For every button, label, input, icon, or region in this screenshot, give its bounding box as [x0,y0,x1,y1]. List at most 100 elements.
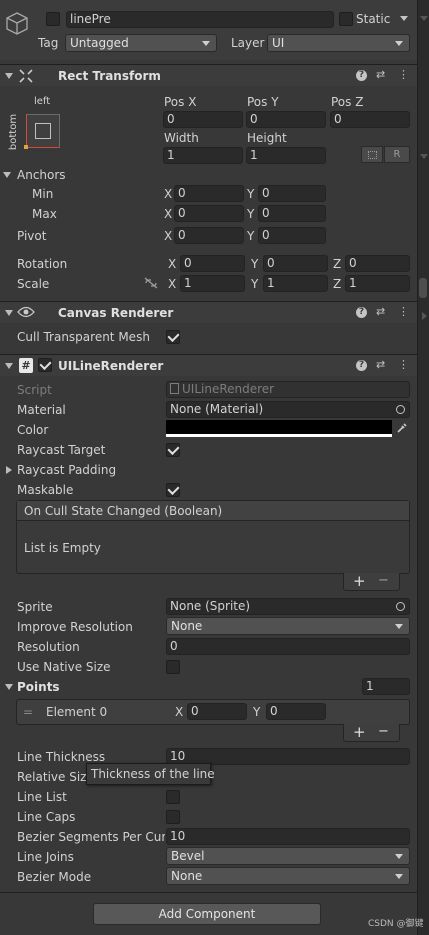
scale-z-axis: Z [333,277,342,291]
min-x-input[interactable]: 0 [174,185,244,202]
rect-transform-title: Rect Transform [58,69,161,83]
resolution-input[interactable]: 0 [166,638,410,655]
preset-sliders-icon[interactable]: ⇄ [376,306,385,318]
constrain-proportions-icon[interactable] [144,277,158,289]
maskable-checkbox[interactable] [166,483,180,497]
max-x-input[interactable]: 0 [174,205,244,222]
add-component-button[interactable]: Add Component [93,903,321,925]
scale-x-input[interactable]: 1 [180,275,245,292]
help-icon[interactable]: ? [356,70,367,81]
line-joins-dropdown[interactable]: Bevel [166,847,410,865]
anchor-v-label: bottom [8,113,20,151]
raycast-target-checkbox[interactable] [166,443,180,457]
static-checkbox[interactable] [339,12,353,26]
script-file-icon [170,383,179,394]
color-swatch[interactable] [166,420,392,437]
tag-dropdown[interactable]: Untagged [65,34,217,52]
event-add-button[interactable]: + [353,573,366,589]
resolution-label: Resolution [17,640,80,654]
context-menu-icon[interactable]: ⋮ [398,306,409,318]
help-icon[interactable]: ? [356,360,367,371]
pos-x-label: Pos X [164,95,197,109]
points-label[interactable]: Points [17,679,60,695]
element-x-input[interactable]: 0 [187,703,247,720]
raycast-padding-fold-icon[interactable] [6,466,12,474]
script-label: Script [17,383,52,397]
min-label: Min [32,187,54,201]
pivot-y-input[interactable]: 0 [258,227,326,244]
sprite-field[interactable]: None (Sprite) [166,598,410,615]
pos-x-input[interactable]: 0 [163,111,243,128]
pivot-label: Pivot [17,229,47,243]
active-checkbox[interactable] [46,12,60,26]
eyedropper-icon[interactable] [396,422,408,434]
pivot-x-axis: X [164,229,173,243]
object-picker-icon[interactable] [396,405,405,414]
side-fold-icon[interactable] [420,16,428,21]
improve-resolution-dropdown[interactable]: None [166,617,410,635]
static-label: Static [356,12,391,26]
component-enabled-checkbox[interactable] [38,358,52,372]
fold-arrow-icon[interactable] [5,363,13,369]
rect-transform-header[interactable]: Rect Transform ? ⇄ ⋮ [0,64,417,86]
anchor-presets-button[interactable] [24,114,60,149]
height-input[interactable]: 1 [246,147,326,164]
blueprint-icon [368,151,377,159]
side-fold-icon[interactable] [420,154,428,159]
scrollbar-thumb[interactable] [419,278,427,298]
event-remove-button[interactable]: − [378,573,389,589]
scrollbar-track[interactable] [417,0,429,935]
pos-y-input[interactable]: 0 [246,111,326,128]
element-y-input[interactable]: 0 [266,703,326,720]
rot-z-input[interactable]: 0 [345,255,410,272]
cull-transparent-mesh-checkbox[interactable] [166,330,180,344]
min-y-input[interactable]: 0 [258,185,326,202]
object-picker-icon[interactable] [396,602,405,611]
cull-event-box: On Cull State Changed (Boolean) List is … [16,500,410,574]
rot-x-input[interactable]: 0 [180,255,245,272]
line-list-checkbox[interactable] [166,790,180,804]
raycast-padding-label[interactable]: Raycast Padding [17,462,116,478]
drag-handle-icon[interactable]: = [23,704,33,720]
material-field[interactable]: None (Material) [166,401,410,418]
blueprint-mode-button[interactable] [361,146,383,163]
rot-y-input[interactable]: 0 [263,255,328,272]
height-label: Height [247,131,287,145]
bezier-segments-input[interactable]: 10 [166,828,410,845]
context-menu-icon[interactable]: ⋮ [398,359,409,371]
help-icon[interactable]: ? [356,307,367,318]
use-native-size-checkbox[interactable] [166,660,180,674]
layer-dropdown[interactable]: UI [267,34,410,52]
canvas-renderer-title: Canvas Renderer [58,306,174,320]
sprite-label: Sprite [17,600,53,614]
event-add-remove-bar [343,573,400,591]
points-fold-icon[interactable] [5,684,13,690]
points-add-button[interactable]: + [353,724,366,740]
preset-sliders-icon[interactable]: ⇄ [376,69,385,81]
static-dropdown-arrow[interactable] [400,16,408,21]
pos-z-input[interactable]: 0 [330,111,410,128]
scale-label: Scale [17,277,50,291]
context-menu-icon[interactable]: ⋮ [398,69,409,81]
bezier-mode-dropdown[interactable]: None [166,867,410,885]
width-input[interactable]: 1 [163,147,243,164]
side-expand-icon[interactable] [422,312,427,320]
fold-arrow-icon[interactable] [5,73,13,79]
scale-z-input[interactable]: 1 [345,275,410,292]
points-count-input[interactable]: 1 [362,678,410,695]
canvas-renderer-header[interactable]: Canvas Renderer ? ⇄ ⋮ [0,301,417,323]
ui-line-renderer-header[interactable]: # UILineRenderer ? ⇄ ⋮ [0,354,417,376]
relative-size-label: Relative Size [17,770,87,784]
scale-y-input[interactable]: 1 [263,275,328,292]
object-name-input[interactable]: linePre [66,11,334,28]
points-remove-button[interactable]: − [378,724,389,740]
raw-edit-button[interactable]: R [384,146,410,163]
rot-z-axis: Z [333,257,342,271]
component-divider [0,892,417,893]
preset-sliders-icon[interactable]: ⇄ [376,359,385,371]
max-y-input[interactable]: 0 [258,205,326,222]
line-caps-checkbox[interactable] [166,810,180,824]
line-list-label: Line List [17,790,67,804]
fold-arrow-icon[interactable] [5,310,13,316]
pivot-x-input[interactable]: 0 [174,227,244,244]
